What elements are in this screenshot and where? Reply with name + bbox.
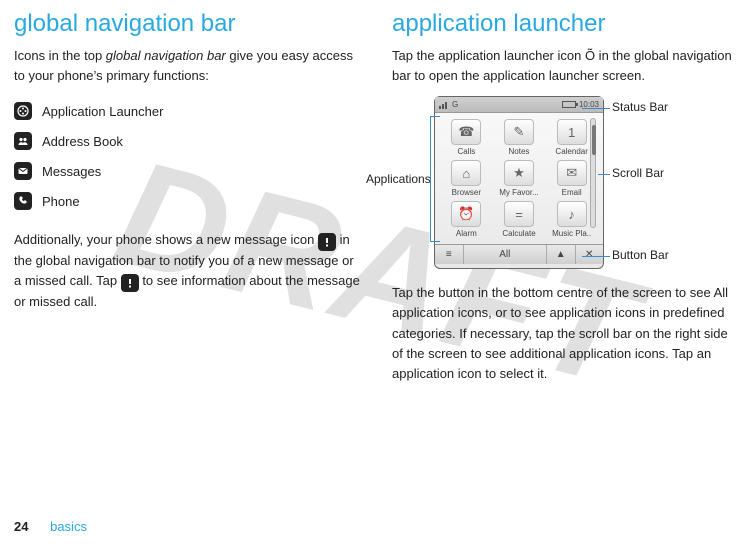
footer-section: basics (50, 519, 87, 534)
buttonbar-menu: ≡ (435, 245, 464, 264)
right-column: application launcher Tap the application… (392, 10, 742, 394)
new-message-icon (121, 274, 139, 292)
table-row: Phone (14, 186, 173, 216)
buttonbar-close: ✕ (576, 245, 604, 264)
nav-item-label: Application Launcher (42, 96, 173, 126)
signal-icon (439, 101, 449, 109)
para2: Additionally, your phone shows a new mes… (14, 230, 364, 312)
alarm-icon: ⏰ (451, 201, 481, 227)
page-footer: 24 basics (14, 519, 87, 534)
app-item: ✎ Notes (494, 119, 545, 156)
heading-app-launcher: application launcher (392, 10, 742, 38)
address-book-icon (14, 132, 32, 150)
nav-item-label: Messages (42, 156, 173, 186)
right-para2: Tap the button in the bottom centre of t… (392, 283, 742, 384)
music-icon: ♪ (557, 201, 587, 227)
app-label: Alarm (441, 229, 492, 238)
callout-label: Scroll Bar (612, 166, 664, 180)
heading-global-nav: global navigation bar (14, 10, 364, 38)
buttonbar-up: ▲ (547, 245, 576, 264)
app-launcher-icon (14, 102, 32, 120)
phone-illustration-wrap: G 10:03 ☎Calls ✎Notes 1Calendar ⌂Browser… (434, 96, 742, 269)
callout-label: Applications (366, 172, 431, 186)
new-message-icon (318, 233, 336, 251)
messages-icon (14, 162, 32, 180)
notes-icon: ✎ (504, 119, 534, 145)
table-row: Address Book (14, 126, 173, 156)
phone-button-bar: ≡ All ▲ ✕ (435, 244, 603, 264)
status-left-text: G (452, 100, 458, 109)
nav-item-label: Address Book (42, 126, 173, 156)
browser-icon: ⌂ (451, 160, 481, 186)
app-label: Calculate (494, 229, 545, 238)
intro-em: global navigation bar (106, 48, 226, 63)
buttonbar-all: All (464, 245, 548, 264)
calls-icon: ☎ (451, 119, 481, 145)
app-item: ★ My Favor... (494, 160, 545, 197)
callout-label: Button Bar (612, 248, 669, 262)
nav-icon-table: Application Launcher Address Book Messag… (14, 96, 173, 216)
callout-scroll-bar: Scroll Bar (612, 166, 664, 180)
page-number: 24 (14, 519, 28, 534)
app-item: = Calculate (494, 201, 545, 238)
app-item: ☎ Calls (441, 119, 492, 156)
app-label: Notes (494, 147, 545, 156)
app-label: Browser (441, 188, 492, 197)
calendar-icon: 1 (557, 119, 587, 145)
app-label: Calls (441, 147, 492, 156)
table-row: Application Launcher (14, 96, 173, 126)
callout-button-bar: Button Bar (612, 248, 669, 262)
calculator-icon: = (504, 201, 534, 227)
app-item: ⏰ Alarm (441, 201, 492, 238)
app-label: My Favor... (494, 188, 545, 197)
phone-status-bar: G 10:03 (435, 97, 603, 113)
right-intro: Tap the application launcher icon Õ in t… (392, 46, 742, 86)
favorites-icon: ★ (504, 160, 534, 186)
intro-text-a: Icons in the top (14, 48, 106, 63)
callout-applications: Applications (366, 172, 431, 186)
phone-scroll-bar (590, 118, 596, 228)
phone-app-grid: ☎Calls ✎Notes 1Calendar ⌂Browser ★My Fav… (435, 113, 603, 244)
nav-item-label: Phone (42, 186, 173, 216)
left-column: global navigation bar Icons in the top g… (14, 10, 364, 394)
app-label: Music Pla.. (546, 229, 597, 238)
battery-icon (562, 101, 576, 108)
para2-a: Additionally, your phone shows a new mes… (14, 232, 318, 247)
phone-illustration: G 10:03 ☎Calls ✎Notes 1Calendar ⌂Browser… (434, 96, 604, 269)
callout-status-bar: Status Bar (612, 100, 668, 114)
intro-paragraph: Icons in the top global navigation bar g… (14, 46, 364, 86)
email-icon: ✉ (557, 160, 587, 186)
phone-icon (14, 192, 32, 210)
callout-label: Status Bar (612, 100, 668, 114)
app-item: ⌂ Browser (441, 160, 492, 197)
table-row: Messages (14, 156, 173, 186)
